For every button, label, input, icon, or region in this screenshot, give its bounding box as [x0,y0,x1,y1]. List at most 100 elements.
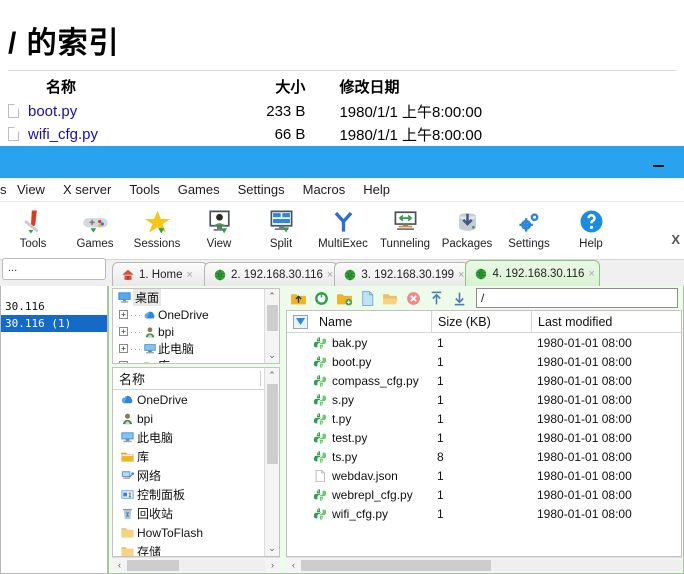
list-item[interactable]: 网络 [113,466,279,485]
tab-3[interactable]: 3. 192.168.30.199 × [334,262,470,286]
tree-node-0[interactable]: + ··· OneDrive [113,306,279,323]
scroll-thumb[interactable] [301,559,491,571]
list-item[interactable]: HowToFlash [113,523,279,542]
table-row[interactable]: ts.py 8 1980-01-01 08:00 [287,447,681,466]
file-name-cell[interactable]: bak.py [313,336,431,350]
select-all-checkbox[interactable] [287,311,313,333]
list-item[interactable]: 此电脑 [113,428,279,447]
menu-item-clipped[interactable]: s [0,180,8,199]
search-input[interactable]: ... [2,258,106,280]
refresh-icon[interactable] [312,289,331,308]
table-row[interactable]: compass_cfg.py 1 1980-01-01 08:00 [287,371,681,390]
file-name-cell[interactable]: compass_cfg.py [313,374,431,388]
table-row[interactable]: test.py 1 1980-01-01 08:00 [287,428,681,447]
toolbar-button-help[interactable]: Help [560,202,622,250]
scroll-track[interactable] [301,559,682,571]
delete-icon[interactable] [404,289,423,308]
expand-icon[interactable]: + [119,344,128,353]
scroll-thumb[interactable] [266,305,278,331]
remote-horizontal-scrollbar[interactable]: ‹ [286,557,682,572]
local-list-vertical-scrollbar[interactable]: ⌃ ⌄ [264,368,279,556]
list-item[interactable]: 回收站 [113,504,279,523]
toolbar-button-tools[interactable]: Tools [2,202,64,250]
local-folder-tree[interactable]: 桌面+···OneDrive+···bpi+···此电脑+···库 ⌃ ⌄ [112,288,280,364]
file-link[interactable]: boot.py [28,103,77,120]
table-row[interactable]: t.py 1 1980-01-01 08:00 [287,409,681,428]
scroll-up-arrow[interactable]: ⌃ [265,368,280,383]
local-list-horizontal-scrollbar[interactable]: ‹ › [112,557,280,572]
list-item[interactable]: 存储 [113,542,279,556]
scroll-thumb[interactable] [266,384,278,464]
scroll-left-arrow[interactable]: ‹ [112,560,127,570]
tree-node-1[interactable]: + ··· bpi [113,323,279,340]
new-file-icon[interactable] [358,289,377,308]
file-name-cell[interactable]: wifi_cfg.py [313,507,431,521]
new-folder-icon[interactable] [335,289,354,308]
scroll-track[interactable] [127,559,265,571]
tree-node-root[interactable]: 桌面 [113,289,279,306]
scroll-right-arrow[interactable]: › [265,560,280,570]
checkbox-icon[interactable] [292,314,308,329]
tab-2[interactable]: 2. 192.168.30.116 × [204,262,339,286]
go-up-folder-icon[interactable] [289,289,308,308]
tree-node-3[interactable]: +··· 库 [113,357,279,363]
expand-icon[interactable]: + [119,310,128,319]
tab-close-icon[interactable]: × [588,268,594,280]
menu-item-xserver[interactable]: X server [54,180,120,199]
toolbar-button-view[interactable]: View [188,202,250,250]
remote-path-input[interactable]: / [476,288,678,308]
tab-close-icon[interactable]: × [186,269,192,281]
file-name-cell[interactable]: t.py [313,412,431,426]
list-item[interactable]: 库 [113,447,279,466]
expand-icon[interactable]: + [119,361,128,363]
scroll-left-arrow[interactable]: ‹ [286,560,301,570]
tab-close-icon[interactable]: × [327,269,333,281]
file-name-cell[interactable]: boot.py [313,355,431,369]
table-row[interactable]: s.py 1 1980-01-01 08:00 [287,390,681,409]
menu-item-macros[interactable]: Macros [294,180,355,199]
scroll-up-arrow[interactable]: ⌃ [265,289,280,304]
minimize-button[interactable] [644,146,672,178]
tree-vertical-scrollbar[interactable]: ⌃ ⌄ [264,289,279,363]
sessions-sidebar[interactable]: 30.116 30.116 (1) [0,286,108,574]
file-name-cell[interactable]: test.py [313,431,431,445]
file-name-cell[interactable]: webrepl_cfg.py [313,488,431,502]
menu-item-view[interactable]: View [8,180,54,199]
toolbar-button-split[interactable]: Split [250,202,312,250]
toolbar-button-multiexec[interactable]: MultiExec [312,202,374,250]
file-name-cell[interactable]: s.py [313,393,431,407]
scroll-down-arrow[interactable]: ⌄ [265,348,280,363]
tree-node-2[interactable]: + ··· 此电脑 [113,340,279,357]
menu-item-help[interactable]: Help [354,180,399,199]
tab-close-icon[interactable]: × [458,269,464,281]
file-link[interactable]: wifi_cfg.py [28,126,98,143]
tab-1[interactable]: 1. Home × [112,262,208,286]
toolbar-button-games[interactable]: Games [64,202,126,250]
column-header-modified[interactable]: Last modified [531,311,681,333]
menu-item-games[interactable]: Games [169,180,229,199]
menu-item-tools[interactable]: Tools [120,180,168,199]
scroll-down-arrow[interactable]: ⌄ [265,541,280,556]
list-item[interactable]: bpi [113,409,279,428]
table-row[interactable]: boot.py 1 1980-01-01 08:00 [287,352,681,371]
file-name-cell[interactable]: webdav.json [313,469,431,483]
local-list-header[interactable]: 名称 [113,368,279,390]
toolbar-button-settings[interactable]: Settings [498,202,560,250]
toolbar-button-sessions[interactable]: Sessions [126,202,188,250]
expand-icon[interactable]: + [119,327,128,336]
menu-item-settings[interactable]: Settings [229,180,294,199]
list-item[interactable]: OneDrive [113,390,279,409]
open-folder-icon[interactable] [381,289,400,308]
column-header-name[interactable]: Name [313,311,431,333]
local-file-list[interactable]: 名称 OneDrivebpi此电脑库网络控制面板回收站HowToFlash存储猫… [112,367,280,557]
tab-4[interactable]: 4. 192.168.30.116 × [465,260,600,286]
table-row[interactable]: webdav.json 1 1980-01-01 08:00 [287,466,681,485]
session-item-1[interactable]: 30.116 [1,298,107,315]
upload-icon[interactable] [427,289,446,308]
table-row[interactable]: bak.py 1 1980-01-01 08:00 [287,333,681,352]
list-item[interactable]: 控制面板 [113,485,279,504]
table-row[interactable]: wifi_cfg.py 1 1980-01-01 08:00 [287,504,681,523]
xserver-status-icon[interactable]: X [671,232,680,247]
session-item-2[interactable]: 30.116 (1) [1,315,107,332]
table-row[interactable]: webrepl_cfg.py 1 1980-01-01 08:00 [287,485,681,504]
